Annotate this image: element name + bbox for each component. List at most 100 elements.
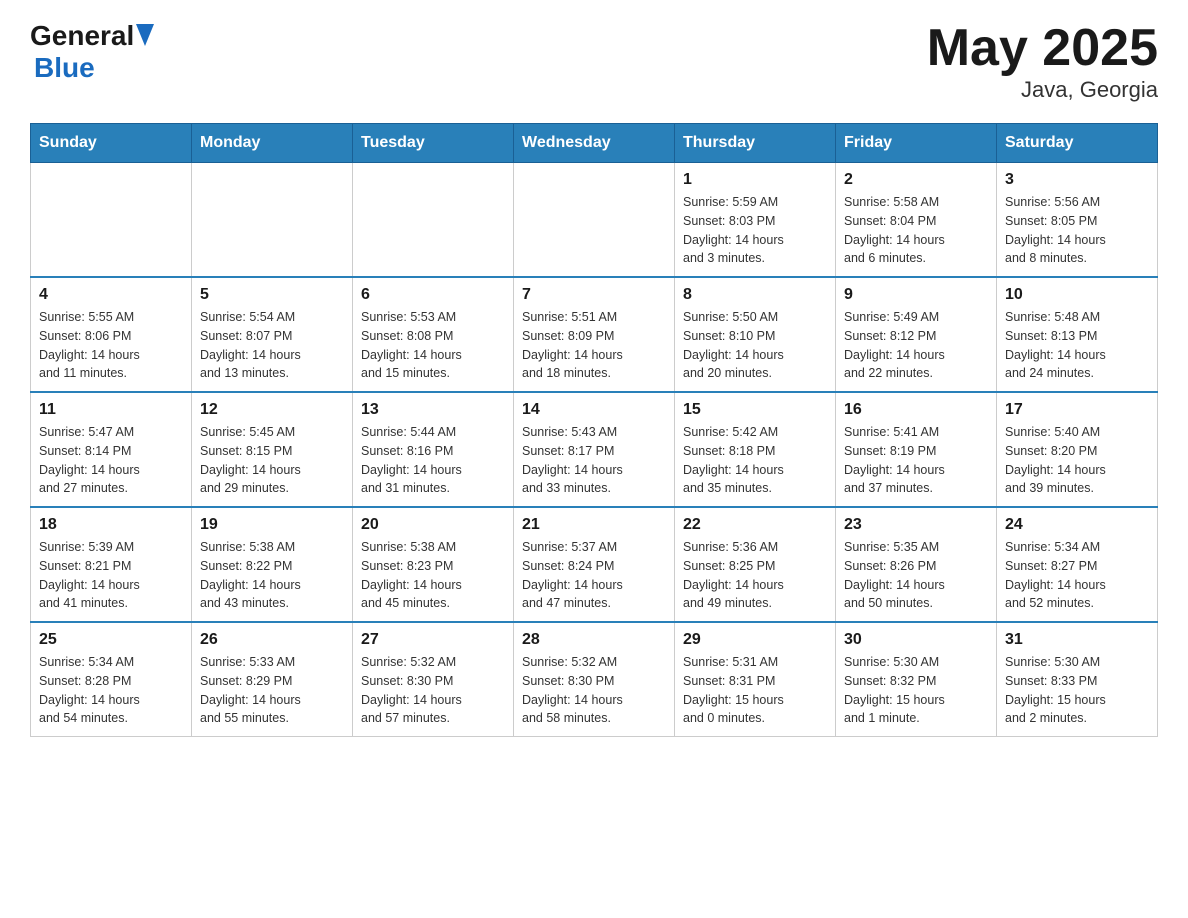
- column-header-tuesday: Tuesday: [353, 124, 514, 163]
- day-info: Sunrise: 5:35 AM Sunset: 8:26 PM Dayligh…: [844, 538, 988, 613]
- calendar-cell: 16 Sunrise: 5:41 AM Sunset: 8:19 PM Dayli…: [836, 392, 997, 507]
- day-number: 16: [844, 401, 988, 419]
- calendar-cell: 2 Sunrise: 5:58 AM Sunset: 8:04 PM Daylig…: [836, 163, 997, 278]
- day-number: 10: [1005, 286, 1149, 304]
- day-info: Sunrise: 5:47 AM Sunset: 8:14 PM Dayligh…: [39, 423, 183, 498]
- logo-general-text: General: [30, 20, 134, 52]
- logo: General Blue: [30, 20, 154, 84]
- day-info: Sunrise: 5:53 AM Sunset: 8:08 PM Dayligh…: [361, 308, 505, 383]
- calendar-table: SundayMondayTuesdayWednesdayThursdayFrid…: [30, 123, 1158, 737]
- day-info: Sunrise: 5:36 AM Sunset: 8:25 PM Dayligh…: [683, 538, 827, 613]
- day-number: 19: [200, 516, 344, 534]
- calendar-cell: 26Sunrise: 5:33 AM Sunset: 8:29 PM Dayli…: [192, 622, 353, 737]
- calendar-cell: 1 Sunrise: 5:59 AM Sunset: 8:03 PM Daylig…: [675, 163, 836, 278]
- day-number: 22: [683, 516, 827, 534]
- calendar-cell: 9 Sunrise: 5:49 AM Sunset: 8:12 PM Daylig…: [836, 277, 997, 392]
- day-number: 5: [200, 286, 344, 304]
- day-number: 15: [683, 401, 827, 419]
- day-info: Sunrise: 5:43 AM Sunset: 8:17 PM Dayligh…: [522, 423, 666, 498]
- day-number: 4: [39, 286, 183, 304]
- day-info: Sunrise: 5:40 AM Sunset: 8:20 PM Dayligh…: [1005, 423, 1149, 498]
- calendar-cell: 30 Sunrise: 5:30 AM Sunset: 8:32 PM Dayli…: [836, 622, 997, 737]
- calendar-week-row: 25 Sunrise: 5:34 AM Sunset: 8:28 PM Dayli…: [31, 622, 1158, 737]
- calendar-cell: 29Sunrise: 5:31 AM Sunset: 8:31 PM Dayli…: [675, 622, 836, 737]
- day-info: Sunrise: 5:58 AM Sunset: 8:04 PM Dayligh…: [844, 193, 988, 268]
- column-header-saturday: Saturday: [997, 124, 1158, 163]
- calendar-cell: 23 Sunrise: 5:35 AM Sunset: 8:26 PM Dayli…: [836, 507, 997, 622]
- calendar-cell: 14 Sunrise: 5:43 AM Sunset: 8:17 PM Dayli…: [514, 392, 675, 507]
- day-number: 3: [1005, 171, 1149, 189]
- calendar-cell: 24 Sunrise: 5:34 AM Sunset: 8:27 PM Dayli…: [997, 507, 1158, 622]
- day-number: 11: [39, 401, 183, 419]
- calendar-cell: [31, 163, 192, 278]
- calendar-cell: 22 Sunrise: 5:36 AM Sunset: 8:25 PM Dayli…: [675, 507, 836, 622]
- day-info: Sunrise: 5:54 AM Sunset: 8:07 PM Dayligh…: [200, 308, 344, 383]
- calendar-cell: 19Sunrise: 5:38 AM Sunset: 8:22 PM Dayli…: [192, 507, 353, 622]
- day-number: 26: [200, 631, 344, 649]
- day-info: Sunrise: 5:31 AM Sunset: 8:31 PM Dayligh…: [683, 653, 827, 728]
- calendar-cell: 31Sunrise: 5:30 AM Sunset: 8:33 PM Dayli…: [997, 622, 1158, 737]
- calendar-week-row: 4Sunrise: 5:55 AM Sunset: 8:06 PM Daylig…: [31, 277, 1158, 392]
- logo-triangle-icon: [136, 24, 154, 46]
- day-number: 20: [361, 516, 505, 534]
- page-header: General Blue May 2025 Java, Georgia: [30, 20, 1158, 103]
- day-info: Sunrise: 5:32 AM Sunset: 8:30 PM Dayligh…: [522, 653, 666, 728]
- day-number: 7: [522, 286, 666, 304]
- month-year-title: May 2025: [927, 20, 1158, 77]
- day-info: Sunrise: 5:59 AM Sunset: 8:03 PM Dayligh…: [683, 193, 827, 268]
- day-number: 24: [1005, 516, 1149, 534]
- calendar-cell: 5 Sunrise: 5:54 AM Sunset: 8:07 PM Daylig…: [192, 277, 353, 392]
- day-number: 23: [844, 516, 988, 534]
- calendar-cell: 4Sunrise: 5:55 AM Sunset: 8:06 PM Daylig…: [31, 277, 192, 392]
- day-info: Sunrise: 5:30 AM Sunset: 8:33 PM Dayligh…: [1005, 653, 1149, 728]
- column-header-monday: Monday: [192, 124, 353, 163]
- day-info: Sunrise: 5:51 AM Sunset: 8:09 PM Dayligh…: [522, 308, 666, 383]
- calendar-cell: 18Sunrise: 5:39 AM Sunset: 8:21 PM Dayli…: [31, 507, 192, 622]
- calendar-week-row: 18Sunrise: 5:39 AM Sunset: 8:21 PM Dayli…: [31, 507, 1158, 622]
- title-block: May 2025 Java, Georgia: [927, 20, 1158, 103]
- day-info: Sunrise: 5:30 AM Sunset: 8:32 PM Dayligh…: [844, 653, 988, 728]
- column-header-friday: Friday: [836, 124, 997, 163]
- day-info: Sunrise: 5:32 AM Sunset: 8:30 PM Dayligh…: [361, 653, 505, 728]
- day-info: Sunrise: 5:45 AM Sunset: 8:15 PM Dayligh…: [200, 423, 344, 498]
- calendar-cell: 13 Sunrise: 5:44 AM Sunset: 8:16 PM Dayli…: [353, 392, 514, 507]
- day-info: Sunrise: 5:48 AM Sunset: 8:13 PM Dayligh…: [1005, 308, 1149, 383]
- calendar-cell: 28 Sunrise: 5:32 AM Sunset: 8:30 PM Dayli…: [514, 622, 675, 737]
- calendar-cell: 11 Sunrise: 5:47 AM Sunset: 8:14 PM Dayli…: [31, 392, 192, 507]
- day-info: Sunrise: 5:44 AM Sunset: 8:16 PM Dayligh…: [361, 423, 505, 498]
- day-number: 30: [844, 631, 988, 649]
- day-info: Sunrise: 5:37 AM Sunset: 8:24 PM Dayligh…: [522, 538, 666, 613]
- calendar-cell: 25 Sunrise: 5:34 AM Sunset: 8:28 PM Dayli…: [31, 622, 192, 737]
- day-info: Sunrise: 5:34 AM Sunset: 8:27 PM Dayligh…: [1005, 538, 1149, 613]
- day-number: 28: [522, 631, 666, 649]
- day-number: 6: [361, 286, 505, 304]
- day-info: Sunrise: 5:34 AM Sunset: 8:28 PM Dayligh…: [39, 653, 183, 728]
- day-number: 14: [522, 401, 666, 419]
- day-info: Sunrise: 5:49 AM Sunset: 8:12 PM Dayligh…: [844, 308, 988, 383]
- day-number: 9: [844, 286, 988, 304]
- calendar-cell: [353, 163, 514, 278]
- calendar-cell: 21 Sunrise: 5:37 AM Sunset: 8:24 PM Dayli…: [514, 507, 675, 622]
- day-number: 13: [361, 401, 505, 419]
- calendar-week-row: 11 Sunrise: 5:47 AM Sunset: 8:14 PM Dayli…: [31, 392, 1158, 507]
- logo-blue-text: Blue: [34, 52, 95, 83]
- day-number: 17: [1005, 401, 1149, 419]
- day-number: 21: [522, 516, 666, 534]
- day-number: 25: [39, 631, 183, 649]
- calendar-header-row: SundayMondayTuesdayWednesdayThursdayFrid…: [31, 124, 1158, 163]
- calendar-week-row: 1 Sunrise: 5:59 AM Sunset: 8:03 PM Daylig…: [31, 163, 1158, 278]
- calendar-cell: 3Sunrise: 5:56 AM Sunset: 8:05 PM Daylig…: [997, 163, 1158, 278]
- day-number: 12: [200, 401, 344, 419]
- day-info: Sunrise: 5:41 AM Sunset: 8:19 PM Dayligh…: [844, 423, 988, 498]
- day-number: 27: [361, 631, 505, 649]
- calendar-cell: 12 Sunrise: 5:45 AM Sunset: 8:15 PM Dayli…: [192, 392, 353, 507]
- calendar-cell: 7 Sunrise: 5:51 AM Sunset: 8:09 PM Daylig…: [514, 277, 675, 392]
- calendar-cell: 6 Sunrise: 5:53 AM Sunset: 8:08 PM Daylig…: [353, 277, 514, 392]
- calendar-cell: 8Sunrise: 5:50 AM Sunset: 8:10 PM Daylig…: [675, 277, 836, 392]
- calendar-cell: 27 Sunrise: 5:32 AM Sunset: 8:30 PM Dayli…: [353, 622, 514, 737]
- day-number: 2: [844, 171, 988, 189]
- calendar-cell: [192, 163, 353, 278]
- location-label: Java, Georgia: [927, 77, 1158, 103]
- day-number: 1: [683, 171, 827, 189]
- day-info: Sunrise: 5:42 AM Sunset: 8:18 PM Dayligh…: [683, 423, 827, 498]
